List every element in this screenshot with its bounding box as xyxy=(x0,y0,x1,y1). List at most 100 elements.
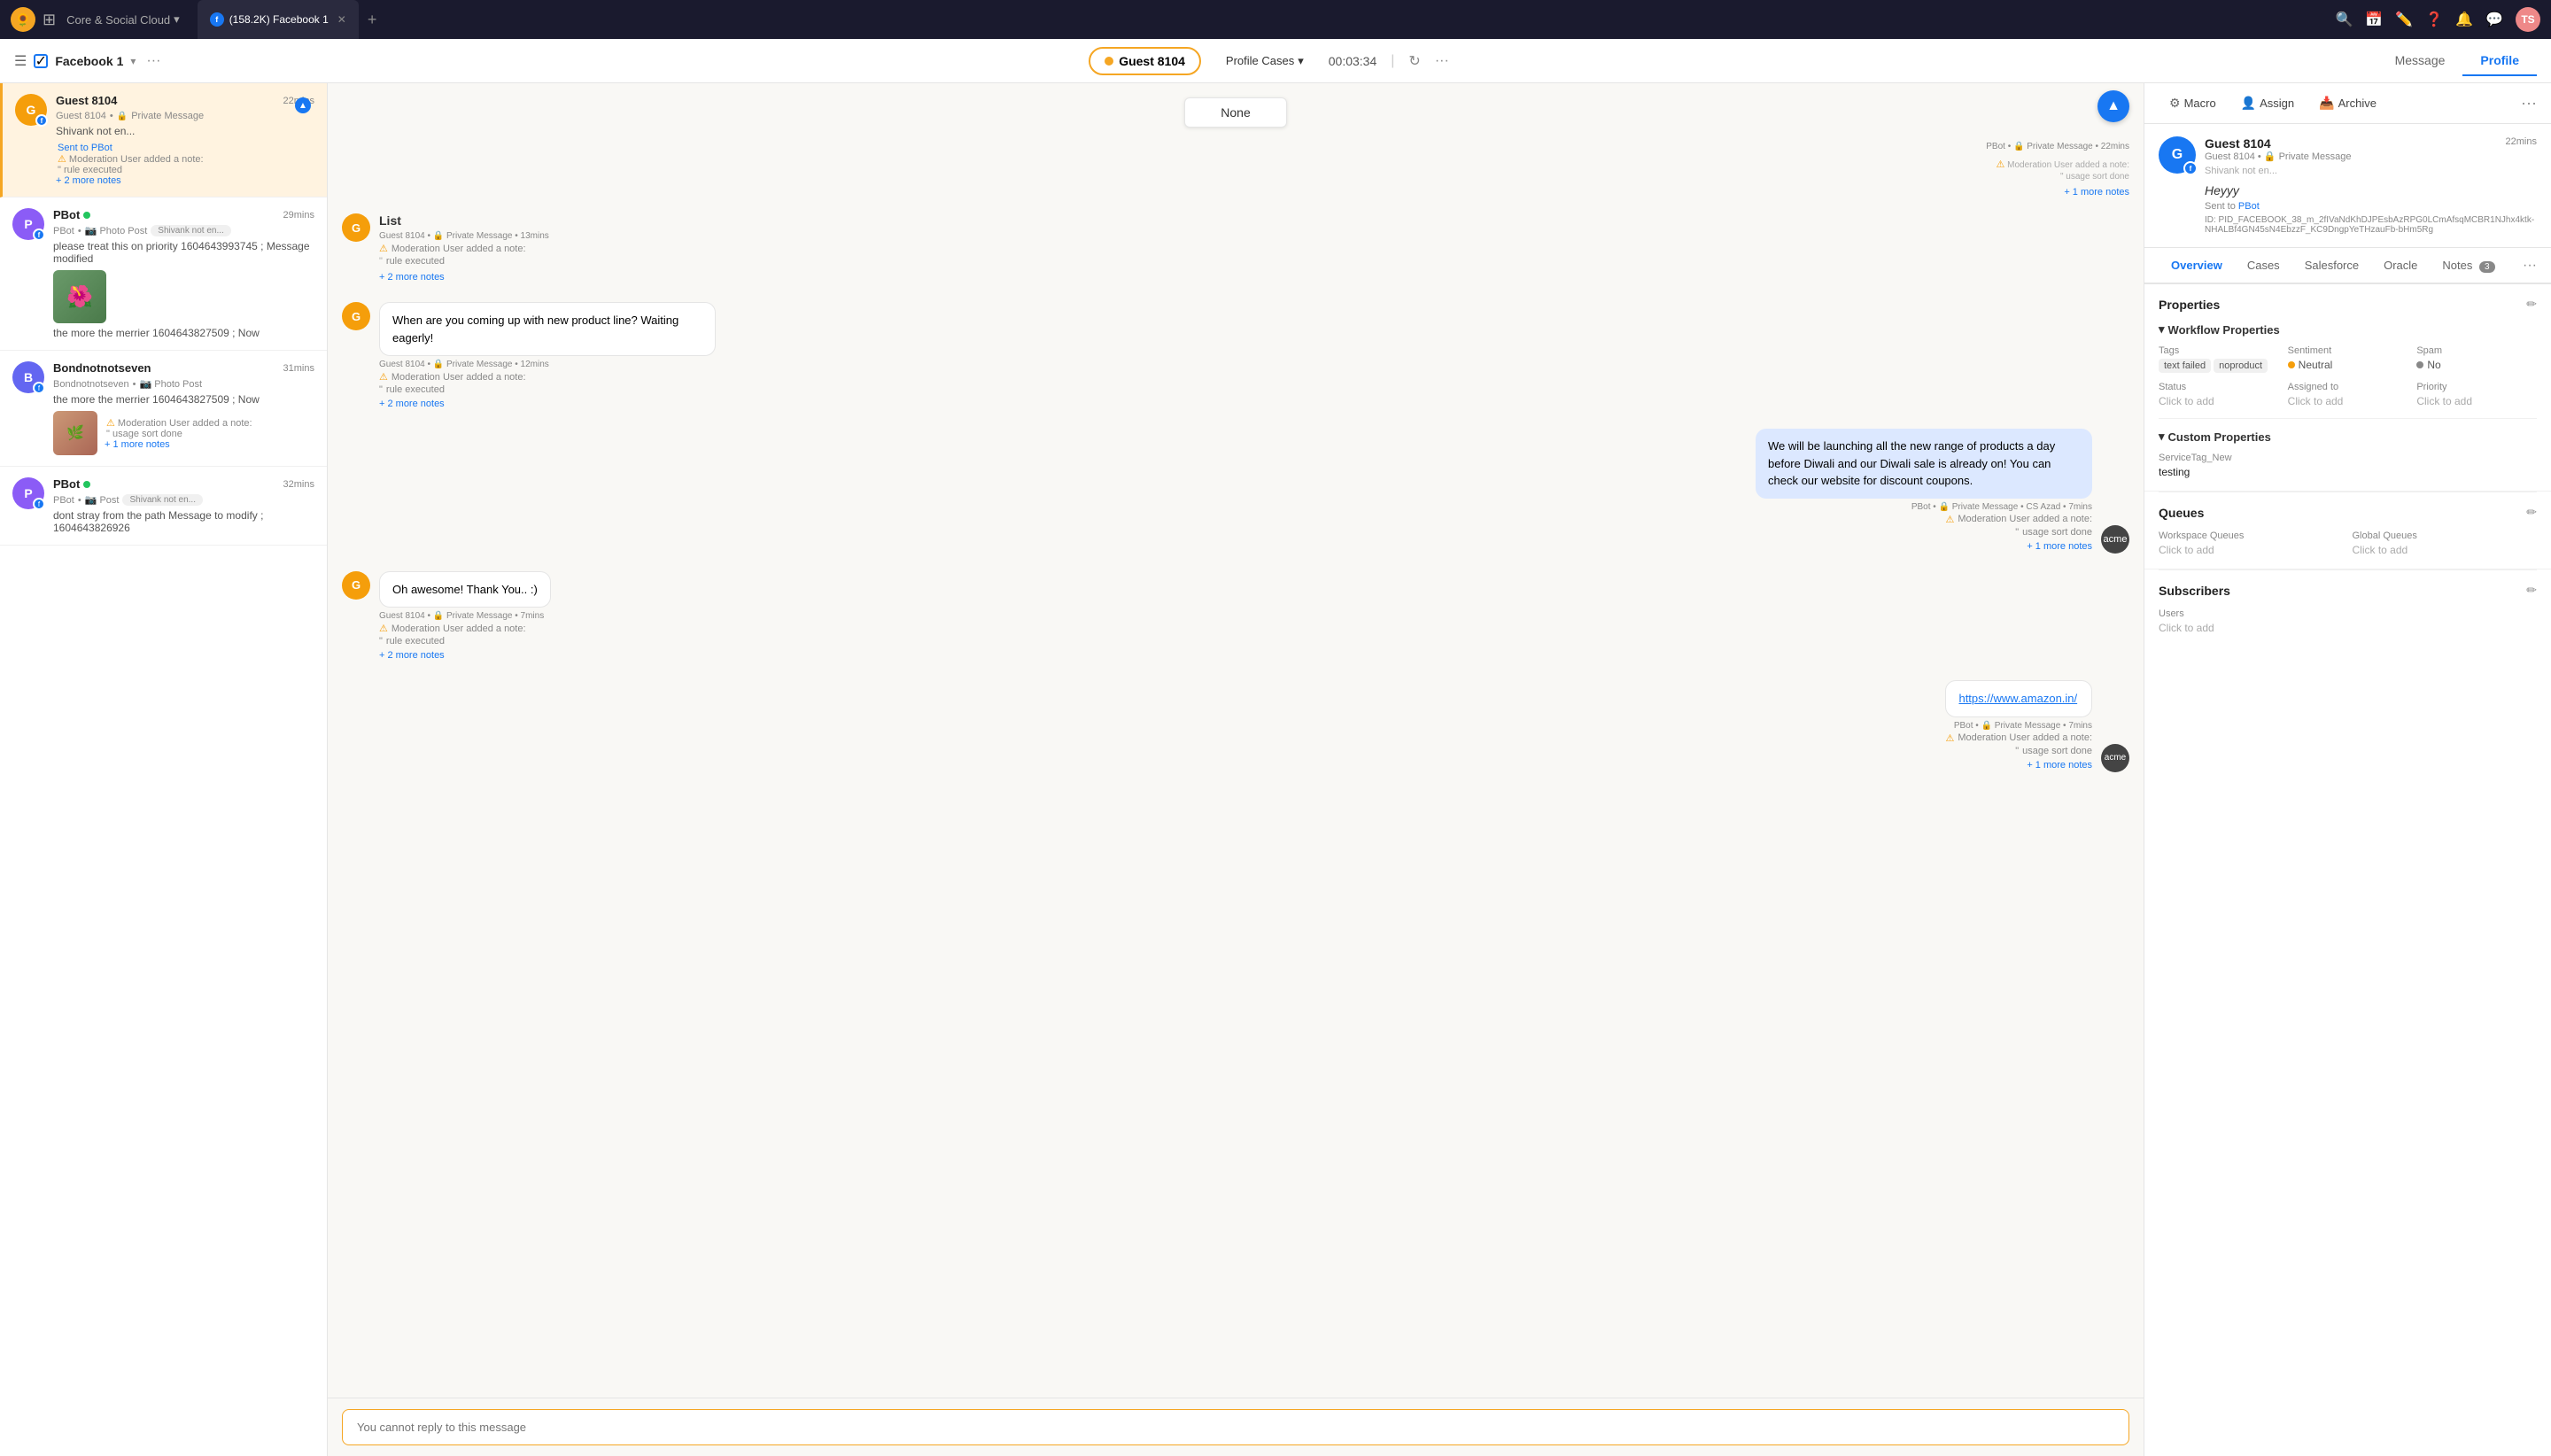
msg-row-2: We will be launching all the new range o… xyxy=(342,429,2129,554)
collapse-arrow[interactable]: ▾ xyxy=(2159,322,2165,337)
note-1b: " rule executed xyxy=(379,384,716,395)
msg-avatar-2-acme: acme xyxy=(2101,525,2129,554)
more-notes-link-1[interactable]: + 2 more notes xyxy=(56,175,314,186)
properties-header: Properties ✏ xyxy=(2159,297,2537,312)
rp-tab-cases[interactable]: Cases xyxy=(2235,248,2292,284)
assigned-value[interactable]: Click to add xyxy=(2288,395,2408,407)
platform-icon: f xyxy=(35,114,48,127)
conversation-item-4[interactable]: P f PBot 32mins PBot • 📷 Post Shivank no… xyxy=(0,467,327,546)
rp-tab-salesforce[interactable]: Salesforce xyxy=(2292,248,2371,284)
more-notes-3[interactable]: + 2 more notes xyxy=(379,650,445,661)
msg-avatar-1: G xyxy=(342,302,370,330)
msg-content-2: We will be launching all the new range o… xyxy=(1756,429,2092,554)
prop-workspace-queues: Workspace Queues Click to add xyxy=(2159,531,2344,556)
archive-icon: 📥 xyxy=(2319,96,2334,111)
profile-cases-button[interactable]: Profile Cases ▾ xyxy=(1215,49,1314,74)
rp-content: Properties ✏ ▾ Workflow Properties Tags … xyxy=(2144,284,2551,1456)
header-left: ☰ ✓ Facebook 1 ▾ ··· xyxy=(14,52,160,70)
conv-note-rule: " rule executed xyxy=(56,165,314,175)
inbox-more-button[interactable]: ··· xyxy=(146,53,160,69)
header-more-icon[interactable]: ··· xyxy=(1435,53,1449,69)
rp-tabs-more-icon[interactable]: ··· xyxy=(2523,258,2537,274)
rp-tab-oracle[interactable]: Oracle xyxy=(2371,248,2430,284)
amazon-link[interactable]: https://www.amazon.in/ xyxy=(1958,692,2077,705)
tab-facebook[interactable]: f (158.2K) Facebook 1 ✕ xyxy=(198,0,359,39)
properties-section: Properties ✏ ▾ Workflow Properties Tags … xyxy=(2144,284,2551,492)
refresh-icon[interactable]: ↻ xyxy=(1408,52,1420,70)
more-notes-1[interactable]: + 2 more notes xyxy=(379,399,445,409)
rp-tab-overview[interactable]: Overview xyxy=(2159,248,2235,284)
tab-close-button[interactable]: ✕ xyxy=(337,13,346,26)
list-note-1: ⚠ Moderation User added a note: xyxy=(379,243,549,254)
subscribers-section: Subscribers ✏ Users Click to add xyxy=(2144,570,2551,647)
tab-profile[interactable]: Profile xyxy=(2462,46,2537,76)
right-panel-tabs: Message Profile xyxy=(2377,46,2537,76)
sidebar-toggle-icon[interactable]: ☰ xyxy=(14,52,27,70)
queues-edit-icon[interactable]: ✏ xyxy=(2526,505,2537,520)
spam-dot xyxy=(2416,361,2423,368)
conversation-header: ☰ ✓ Facebook 1 ▾ ··· Guest 8104 Profile … xyxy=(0,39,2551,83)
edit-icon[interactable]: ✏️ xyxy=(2395,11,2413,28)
subscribers-header: Subscribers ✏ xyxy=(2159,583,2537,598)
scroll-up-button[interactable]: ▲ xyxy=(2097,90,2129,122)
assign-button[interactable]: 👤 Assign xyxy=(2230,90,2305,116)
more-notes-2[interactable]: + 1 more notes xyxy=(2027,541,2092,552)
conversation-item-2[interactable]: P f PBot 29mins PBot • 📷 Photo Post Shiv… xyxy=(0,197,327,351)
add-tab-button[interactable]: + xyxy=(361,11,384,29)
queues-grid: Workspace Queues Click to add Global Que… xyxy=(2159,531,2537,556)
archive-button[interactable]: 📥 Archive xyxy=(2308,90,2387,116)
workspace-queues-value[interactable]: Click to add xyxy=(2159,544,2344,556)
chat-icon[interactable]: 💬 xyxy=(2485,11,2503,28)
queues-title: Queues xyxy=(2159,506,2204,520)
msg-row-4: https://www.amazon.in/ PBot • 🔒 Private … xyxy=(342,680,2129,772)
none-button[interactable]: None xyxy=(1184,97,1286,128)
user-avatar[interactable]: TS xyxy=(2516,7,2540,32)
conv-item-time-2: 29mins xyxy=(283,210,314,221)
macro-button[interactable]: ⚙ Macro xyxy=(2159,90,2227,116)
help-icon[interactable]: ❓ xyxy=(2425,11,2443,28)
global-queues-value[interactable]: Click to add xyxy=(2353,544,2538,556)
prop-global-queues: Global Queues Click to add xyxy=(2353,531,2538,556)
action-bar-more-icon[interactable]: ··· xyxy=(2521,94,2537,112)
profile-platform-icon: f xyxy=(2183,161,2198,175)
note-2b: " usage sort done xyxy=(1756,527,2092,538)
conv-avatar-2: P f xyxy=(12,208,44,240)
conv-image-thumb-2: 🌺 xyxy=(53,270,106,323)
conv-item-row-4: P f PBot 32mins PBot • 📷 Post Shivank no… xyxy=(12,477,314,534)
inbox-chevron-icon[interactable]: ▾ xyxy=(130,55,136,67)
spam-label: Spam xyxy=(2416,345,2537,356)
users-value[interactable]: Click to add xyxy=(2159,622,2537,634)
search-icon[interactable]: 🔍 xyxy=(2335,11,2353,28)
tab-message[interactable]: Message xyxy=(2377,46,2463,76)
calendar-icon[interactable]: 📅 xyxy=(2365,11,2383,28)
main-layout: G f Guest 8104 22mins Guest 8104 • 🔒 Pri… xyxy=(0,83,2551,1456)
grid-icon[interactable]: ⊞ xyxy=(43,11,56,29)
prev-more-notes: + 1 more notes xyxy=(342,183,2129,199)
bondnot-more-notes[interactable]: + 1 more notes xyxy=(105,439,314,450)
users-label: Users xyxy=(2159,608,2537,619)
subscribers-edit-icon[interactable]: ✏ xyxy=(2526,583,2537,598)
conv-avatar-1: G f xyxy=(15,94,47,126)
profile-card-name: Guest 8104 xyxy=(2205,136,2271,151)
priority-value[interactable]: Click to add xyxy=(2416,395,2537,407)
status-value[interactable]: Click to add xyxy=(2159,395,2279,407)
conv-content-3: Bondnotnotseven 31mins Bondnotnotseven •… xyxy=(53,361,314,455)
none-section: None xyxy=(342,97,2129,128)
conversation-item-1[interactable]: G f Guest 8104 22mins Guest 8104 • 🔒 Pri… xyxy=(0,83,327,197)
msg-avatar-3: G xyxy=(342,571,370,600)
profile-body: Heyyy Sent to PBot ID: PID_FACEBOOK_38_m… xyxy=(2205,183,2537,235)
custom-collapse-arrow[interactable]: ▾ xyxy=(2159,430,2165,444)
rp-tab-notes[interactable]: Notes 3 xyxy=(2430,248,2507,284)
facebook-checkbox[interactable]: ✓ xyxy=(34,54,48,68)
conv-item-meta-1: Guest 8104 • 🔒 Private Message xyxy=(56,111,314,121)
profile-card-row: G f Guest 8104 22mins Guest 8104 • 🔒 Pri… xyxy=(2159,136,2537,176)
more-notes-4[interactable]: + 1 more notes xyxy=(2027,760,2092,771)
prop-sentiment: Sentiment Neutral xyxy=(2288,345,2408,373)
properties-edit-icon[interactable]: ✏ xyxy=(2526,297,2537,312)
rp-tabs: Overview Cases Salesforce Oracle Notes 3… xyxy=(2144,248,2551,284)
notification-bell-icon[interactable]: 🔔 xyxy=(2455,11,2473,28)
bondnot-platform-icon: f xyxy=(33,382,45,394)
conv-caption-2: the more the merrier 1604643827509 ; Now xyxy=(53,327,314,339)
conversation-item-3[interactable]: B f Bondnotnotseven 31mins Bondnotnotsev… xyxy=(0,351,327,467)
msg-content-1: When are you coming up with new product … xyxy=(379,302,716,411)
